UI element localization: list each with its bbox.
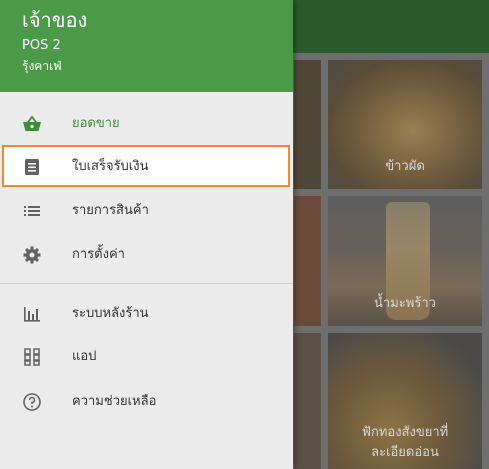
owner-name: เจ้าของ [22, 8, 88, 32]
menu-item-help[interactable]: ความช่วยเหลือ [0, 381, 293, 421]
navigation-drawer: เจ้าของ POS 2 รุ้งคาเฟ่ ยอดขาย ใบเสร็จรั… [0, 0, 293, 469]
gear-icon [22, 245, 42, 265]
menu-item-label: รายการสินค้า [72, 203, 149, 218]
menu-divider [0, 283, 293, 284]
menu-item-label: แอป [72, 349, 97, 364]
menu-item-back-office[interactable]: ระบบหลังร้าน [0, 293, 293, 333]
product-tile[interactable]: น้ำมะพร้าว [328, 196, 482, 326]
pos-name: POS 2 [22, 38, 61, 53]
menu-item-label: การตั้งค่า [72, 247, 125, 262]
menu-item-label: ยอดขาย [72, 116, 120, 131]
menu-item-label: ระบบหลังร้าน [72, 306, 149, 321]
menu-item-sales[interactable]: ยอดขาย [0, 103, 293, 143]
product-tile-label: น้ำมะพร้าว [374, 296, 436, 311]
shop-name: รุ้งคาเฟ่ [22, 59, 62, 73]
menu-item-receipt[interactable]: ใบเสร็จรับเงิน [0, 146, 293, 186]
menu-item-settings[interactable]: การตั้งค่า [0, 234, 293, 274]
help-icon [22, 392, 42, 412]
product-tile-label-line: ละเอียดอ่อน [371, 445, 439, 460]
menu-item-label: ใบเสร็จรับเงิน [72, 159, 149, 174]
menu-item-products[interactable]: รายการสินค้า [0, 190, 293, 230]
product-tile[interactable]: ข้าวผัด [328, 60, 482, 189]
bar-chart-icon [22, 304, 42, 324]
product-tile-partial[interactable] [294, 196, 321, 326]
product-tile-label: ฟักทองสังขยาที่ ละเอียดอ่อน [328, 423, 482, 463]
product-tile-label: ข้าวผัด [385, 159, 425, 174]
drawer-header: เจ้าของ POS 2 รุ้งคาเฟ่ [0, 0, 293, 92]
product-tile[interactable]: ฟักทองสังขยาที่ ละเอียดอ่อน [328, 333, 482, 469]
basket-icon [22, 114, 42, 134]
receipt-icon [22, 157, 42, 177]
product-tile-partial[interactable] [294, 333, 321, 469]
list-icon [22, 201, 42, 221]
apps-icon [22, 347, 42, 367]
product-tile-partial[interactable] [294, 60, 321, 189]
menu-item-label: ความช่วยเหลือ [72, 394, 157, 409]
menu-item-apps[interactable]: แอป [0, 336, 293, 376]
product-tile-label-line: ฟักทองสังขยาที่ [361, 425, 449, 440]
